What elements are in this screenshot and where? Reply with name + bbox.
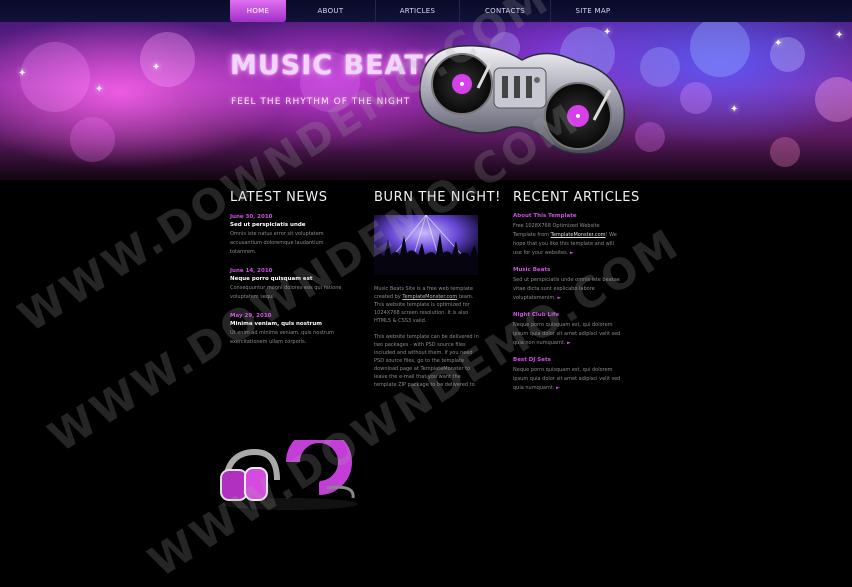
sparkle-icon: ✦ — [730, 104, 739, 115]
sparkle-icon: ✦ — [18, 68, 27, 79]
bokeh-light — [680, 82, 712, 114]
article-text: Neque porro quisquam est, qui dolorem ip… — [513, 367, 621, 391]
arrow-icon[interactable]: ► — [556, 385, 560, 391]
article-link[interactable]: TemplateMonster.com — [551, 232, 606, 238]
bokeh-light — [690, 22, 750, 77]
templatemonster-link[interactable]: TemplateMonster.com — [402, 294, 457, 300]
news-date: June 30, 2010 — [230, 214, 273, 220]
sparkle-icon: ✦ — [774, 38, 783, 49]
article-body: Free 1028X768 Optimized Website Template… — [513, 222, 621, 258]
article-item: About This Template Free 1028X768 Optimi… — [513, 213, 621, 258]
main-nav: HOME ABOUT ARTICLES CONTACTS SITE MAP — [230, 0, 635, 22]
bokeh-light — [140, 32, 195, 87]
burn-paragraph-1: Music Beats Site is a free web template … — [374, 285, 484, 325]
bokeh-light — [635, 122, 665, 152]
article-item: Best DJ Sets Neque porro quisquam est, q… — [513, 357, 621, 393]
arrow-icon[interactable]: ► — [567, 340, 571, 346]
article-title[interactable]: About This Template — [513, 213, 621, 219]
sparkle-icon: ✦ — [95, 84, 104, 95]
recent-articles-title: RECENT ARTICLES — [513, 190, 640, 205]
bokeh-light — [770, 137, 800, 167]
sparkle-icon: ✦ — [835, 30, 844, 41]
nav-articles[interactable]: ARTICLES — [376, 0, 460, 22]
bokeh-light — [815, 77, 852, 122]
nav-about[interactable]: ABOUT — [286, 0, 376, 22]
article-body: Neque porro quisquam est, qui dolorem ip… — [513, 366, 621, 393]
news-headline[interactable]: Sed ut perspiciatis unde — [230, 222, 350, 228]
nav-home[interactable]: HOME — [230, 0, 286, 22]
bokeh-light — [20, 42, 90, 112]
bokeh-light — [640, 47, 680, 87]
bokeh-light — [70, 117, 115, 162]
sparkle-icon: ✦ — [152, 62, 161, 73]
nav-site-map[interactable]: SITE MAP — [551, 0, 635, 22]
arrow-icon[interactable]: ► — [570, 250, 574, 256]
